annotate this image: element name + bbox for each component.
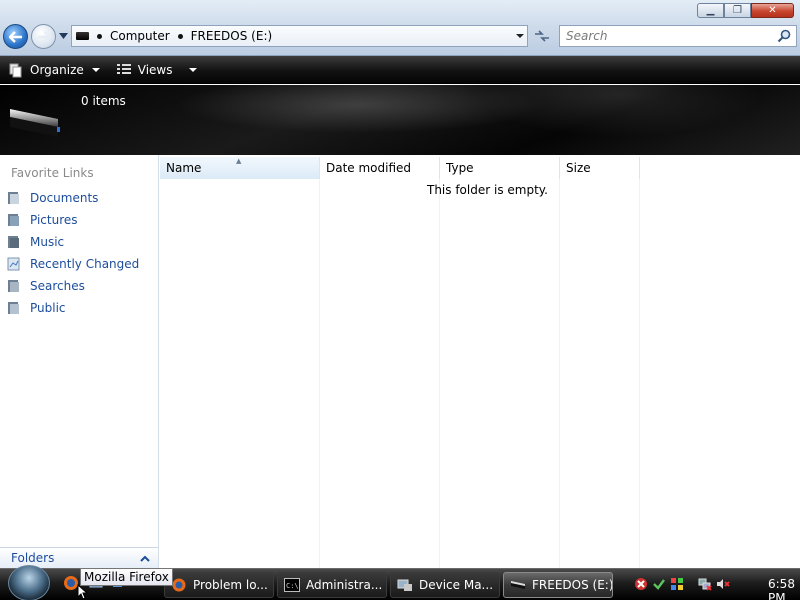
start-button[interactable] [8,565,50,600]
close-button[interactable]: ✕ [751,3,794,18]
column-divider [319,179,320,568]
folders-label: Folders [11,551,55,565]
favorite-link-label: Documents [30,191,99,205]
views-icon [116,63,131,74]
taskbar-tooltip: Mozilla Firefox [80,568,173,586]
search-input[interactable] [566,29,766,43]
refresh-button[interactable] [531,27,553,45]
favorite-link-public[interactable]: Public [6,297,156,319]
search-icon[interactable] [777,29,791,43]
svg-text:C:\: C:\ [286,582,299,590]
chevron-down-icon [188,67,197,72]
column-header-size[interactable]: Size [560,157,640,179]
drive-icon [511,581,525,589]
taskbar-button-administrator[interactable]: C:\ Administra... [277,572,387,598]
forward-arrow-icon [37,30,51,43]
drive-icon [76,32,89,40]
column-header-label: Size [566,161,591,175]
refresh-icon [535,30,549,42]
back-button[interactable] [3,24,28,49]
organize-button[interactable]: Organize [2,58,106,82]
column-divider [639,179,640,568]
pictures-icon [8,214,19,226]
command-bar: Organize Views [0,56,800,84]
breadcrumb-freedos[interactable]: FREEDOS (E:) [191,29,273,43]
favorite-link-documents[interactable]: Documents [6,187,156,209]
organize-label: Organize [30,62,84,77]
taskbar-button-label: Device Ma... [419,578,494,592]
maximize-button[interactable]: ❐ [724,3,751,18]
column-header-label: Name [166,161,202,175]
favorite-link-label: Music [30,235,65,249]
favorite-link-music[interactable]: Music [6,231,156,253]
taskbar-button-label: Administra... [306,578,383,592]
navigation-pane: Favorite Links Documents Pictures Music … [0,155,159,568]
music-icon [8,236,19,248]
column-header-label: Date modified [326,161,412,175]
favorite-links-list: Documents Pictures Music Recently Change… [6,187,156,319]
cmd-icon: C:\ [284,578,300,592]
system-tray: 6:58 PM [628,575,800,600]
documents-icon [8,192,19,204]
column-header-name[interactable]: ▲ Name [160,157,320,179]
taskbar-button-device-manager[interactable]: Device Ma... [390,572,500,598]
favorite-links-header: Favorite Links [11,166,94,180]
favorite-link-label: Pictures [30,213,78,227]
taskbar-button-label: FREEDOS (E:) [532,578,613,592]
column-headers: ▲ Name Date modified Type Size [160,157,640,179]
chevron-up-icon [140,555,150,562]
column-header-date-modified[interactable]: Date modified [320,157,440,179]
favorite-link-pictures[interactable]: Pictures [6,209,156,231]
network-disconnected-icon[interactable] [698,577,712,591]
favorite-link-label: Searches [30,279,85,293]
windows-update-icon[interactable] [670,577,684,591]
column-header-label: Type [446,161,474,175]
organize-icon [9,63,22,77]
favorite-link-recently-changed[interactable]: Recently Changed [6,253,156,275]
breadcrumb-computer[interactable]: Computer [110,29,170,43]
mouse-pointer-icon [77,584,89,600]
window-titlebar: ▁ ❐ ✕ Computer FREEDOS (E:) [0,0,800,56]
address-bar[interactable]: Computer FREEDOS (E:) [71,25,528,47]
chevron-down-icon [91,67,100,72]
sort-ascending-icon: ▲ [236,157,242,165]
empty-folder-message: This folder is empty. [427,183,548,197]
search-box[interactable] [559,25,797,47]
views-label: Views [137,62,173,77]
volume-muted-icon[interactable] [716,577,730,591]
network-check-icon[interactable] [652,577,666,591]
breadcrumb-separator-icon[interactable] [97,33,102,39]
firefox-icon [172,578,186,592]
favorite-link-searches[interactable]: Searches [6,275,156,297]
chevron-down-icon [58,33,68,39]
back-arrow-icon [8,30,22,43]
recently-changed-icon [7,257,20,271]
item-count: 0 items [81,94,126,108]
security-alert-icon[interactable] [634,577,648,591]
column-divider [559,179,560,568]
file-list[interactable]: ▲ Name Date modified Type Size This fold… [160,155,800,568]
favorite-link-label: Public [30,301,66,315]
window-controls: ▁ ❐ ✕ [697,3,794,18]
searches-icon [8,280,19,292]
public-icon [8,302,19,314]
taskbar-button-label: Problem lo... [193,578,268,592]
favorite-link-label: Recently Changed [30,257,140,271]
address-dropdown-icon[interactable] [516,34,524,38]
column-divider [439,179,440,568]
column-header-type[interactable]: Type [440,157,560,179]
taskbar-button-freedos[interactable]: FREEDOS (E:) [503,572,613,598]
details-pane: 0 items [0,85,800,155]
recent-pages-button[interactable] [58,31,68,41]
taskbar-button-problem[interactable]: Problem lo... [164,572,274,598]
clock[interactable]: 6:58 PM [768,577,800,600]
views-button[interactable]: Views [110,58,203,82]
removable-drive-icon [10,109,60,137]
breadcrumb-separator-icon[interactable] [177,33,183,39]
forward-button[interactable] [31,24,56,49]
minimize-button[interactable]: ▁ [697,3,724,18]
device-manager-icon [397,579,412,591]
